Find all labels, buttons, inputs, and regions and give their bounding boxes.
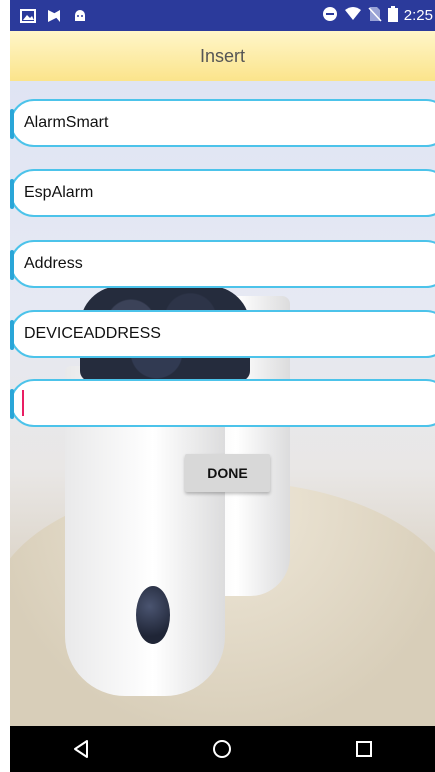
form-content: AlarmSmart EspAlarm Address DEVICEADDRES… <box>10 81 435 726</box>
recents-button[interactable] <box>344 729 384 769</box>
address-input[interactable]: Address <box>10 240 435 288</box>
type-input-value: EspAlarm <box>24 184 94 201</box>
wifi-icon <box>344 6 362 26</box>
field-accent <box>10 109 14 139</box>
type-input[interactable]: EspAlarm <box>10 169 435 217</box>
recents-icon <box>356 741 373 757</box>
text-cursor <box>22 390 24 416</box>
status-time: 2:25 <box>403 7 433 24</box>
address-input-value: Address <box>24 255 83 272</box>
field-accent <box>10 250 14 280</box>
app-bar: Insert <box>10 31 435 81</box>
status-left-icons <box>20 8 88 23</box>
do-not-disturb-icon <box>322 6 338 26</box>
field-accent <box>10 320 14 350</box>
device-address-input[interactable]: DEVICEADDRESS <box>10 310 435 358</box>
cast-icon <box>46 9 62 23</box>
home-button[interactable] <box>202 729 242 769</box>
name-input-value: AlarmSmart <box>24 114 109 131</box>
android-icon <box>72 9 88 23</box>
image-icon <box>20 8 36 23</box>
back-icon <box>73 740 88 758</box>
device-address-input-value: DEVICEADDRESS <box>24 325 161 342</box>
status-bar: 2:25 <box>10 0 435 31</box>
navigation-bar <box>10 726 435 772</box>
page-title: Insert <box>199 45 246 66</box>
status-right-icons: 2:25 <box>322 5 433 26</box>
name-input[interactable]: AlarmSmart <box>10 99 435 147</box>
field-accent <box>10 179 14 209</box>
battery-icon <box>387 5 398 26</box>
blueberry-graphic <box>136 586 170 644</box>
no-sim-icon <box>368 6 382 26</box>
app-screen: 2:25 Insert AlarmSmart EspAlarm Address … <box>0 0 435 772</box>
field-accent <box>10 389 14 419</box>
home-icon <box>213 740 232 758</box>
focused-input[interactable] <box>10 379 435 427</box>
done-button[interactable]: DONE <box>185 454 270 492</box>
back-button[interactable] <box>61 729 101 769</box>
